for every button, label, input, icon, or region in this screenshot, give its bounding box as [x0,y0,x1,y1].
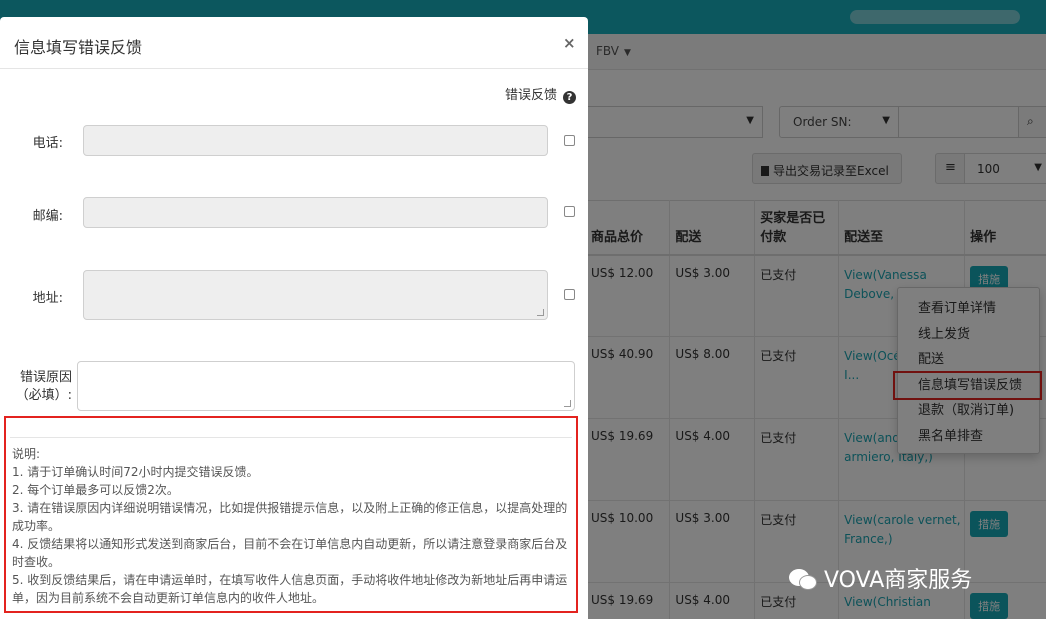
modal-title: 信息填写错误反馈 [14,38,143,57]
address-label: 地址: [32,291,63,306]
instructions-text: 说明: 1. 请于订单确认时间72小时内提交错误反馈。 2. 每个订单最多可以反… [12,447,568,605]
modal-header: 信息填写错误反馈 × [0,17,588,69]
resize-handle-icon[interactable] [564,400,571,407]
zip-label: 邮编: [32,209,63,224]
reason-textarea[interactable] [77,361,575,411]
close-icon[interactable]: × [563,34,576,52]
address-field[interactable] [83,270,548,320]
resize-handle-icon[interactable] [537,309,544,316]
zip-checkbox[interactable] [564,206,575,217]
error-feedback-header: 错误反馈? [505,84,576,104]
error-feedback-modal: 信息填写错误反馈 × 错误反馈? 电话: 邮编: 地址: 错误原因 （必填）: … [0,17,588,619]
instructions-box: 说明: 1. 请于订单确认时间72小时内提交错误反馈。 2. 每个订单最多可以反… [4,416,578,613]
phone-label: 电话: [32,136,63,151]
zip-field[interactable] [83,197,548,228]
address-checkbox[interactable] [564,289,575,300]
watermark: VOVA商家服务 [789,562,972,594]
phone-checkbox[interactable] [564,135,575,146]
help-icon[interactable]: ? [563,91,576,104]
divider [10,437,572,438]
reason-label: 错误原因 （必填）: [15,370,72,403]
wechat-icon [789,567,819,591]
phone-field[interactable] [83,125,548,156]
